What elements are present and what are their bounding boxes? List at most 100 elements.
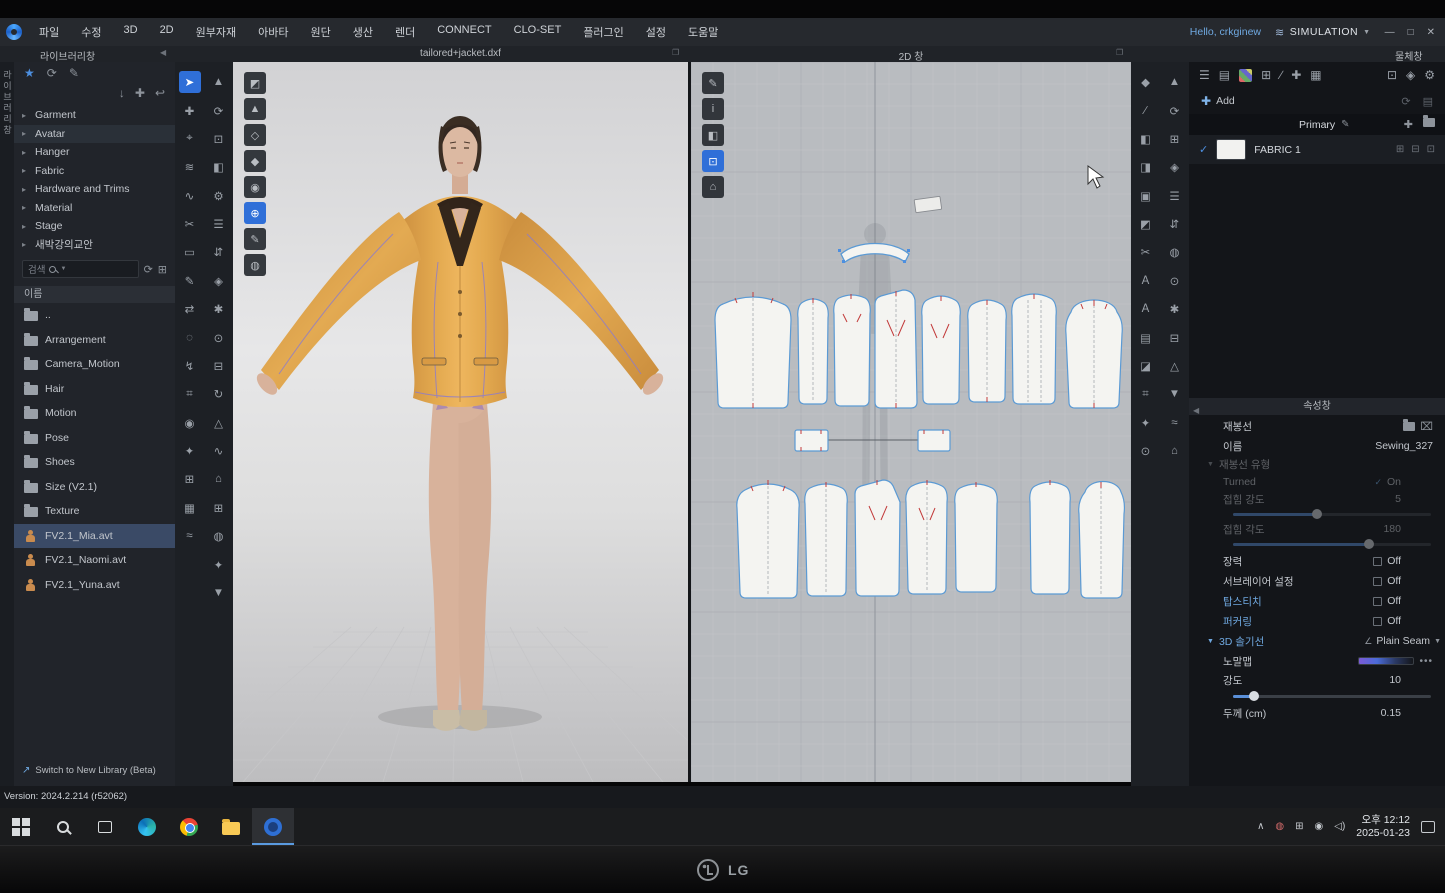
add-button[interactable]: Add: [1216, 95, 1235, 107]
gizmo-icon[interactable]: ◩: [244, 72, 266, 94]
down-tool[interactable]: ▼: [1164, 383, 1186, 405]
grid-view-icon[interactable]: ⊞: [158, 263, 167, 276]
jacket-sleeve-left[interactable]: [261, 212, 421, 390]
star-tool[interactable]: ✱: [1164, 298, 1186, 320]
thickness-value[interactable]: 0.15: [1381, 707, 1433, 719]
switch-new-library-link[interactable]: ↗ Switch to New Library (Beta): [22, 765, 156, 776]
library-file-item[interactable]: Arrangement: [14, 328, 175, 353]
library-tree-item[interactable]: ▸ Avatar: [14, 125, 175, 144]
library-tree-item[interactable]: ▸ Stage: [14, 217, 175, 236]
download-icon[interactable]: ↓: [119, 86, 125, 100]
menu-item[interactable]: CLO-SET: [505, 21, 571, 43]
curve-tool[interactable]: ∿: [208, 440, 230, 462]
circle-dot-tool[interactable]: ◍: [1164, 241, 1186, 263]
menu-item[interactable]: 설정: [637, 21, 675, 43]
home-icon[interactable]: ⌂: [702, 176, 724, 198]
close-button[interactable]: ✕: [1427, 27, 1435, 38]
checkbox[interactable]: [1373, 597, 1382, 606]
diamond-tool[interactable]: ◆: [1135, 71, 1157, 93]
library-tree-item[interactable]: ▸ Hardware and Trims: [14, 180, 175, 199]
annotation-tool[interactable]: A: [1135, 298, 1157, 320]
library-tree-item[interactable]: ▸ 새박강의교안: [14, 236, 175, 255]
library-file-item[interactable]: Camera_Motion: [14, 352, 175, 377]
gear-tool[interactable]: ⚙: [208, 185, 230, 207]
pattern-tool[interactable]: ▭: [179, 241, 201, 263]
menu-item[interactable]: 도움말: [679, 21, 727, 43]
library-file-item[interactable]: Shoes: [14, 450, 175, 475]
fabric-row[interactable]: ✓ FABRIC 1 ⊞ ⊟ ⊡: [1189, 135, 1445, 164]
name-column-header[interactable]: 이름: [14, 286, 175, 303]
reset-view-icon[interactable]: ▲: [244, 98, 266, 120]
menu-item[interactable]: 생산: [344, 21, 382, 43]
favorites-icon[interactable]: ★: [24, 66, 35, 80]
menu-item[interactable]: 원부자재: [187, 21, 245, 43]
network-icon[interactable]: ◉: [1315, 821, 1324, 832]
add-fabric-icon[interactable]: ✚: [1404, 118, 1413, 131]
chrome-button[interactable]: [168, 808, 210, 845]
library-tree-item[interactable]: ▸ Fabric: [14, 162, 175, 181]
menu-item[interactable]: 2D: [151, 21, 183, 43]
task-view-button[interactable]: [84, 808, 126, 845]
checkbox[interactable]: [1373, 577, 1382, 586]
menu-tool[interactable]: ☰: [1164, 185, 1186, 207]
sync-icon[interactable]: ⊡: [702, 150, 724, 172]
menu-item[interactable]: 3D: [115, 21, 147, 43]
rotate-tool[interactable]: ⟳: [208, 100, 230, 122]
corner-tool[interactable]: ◩: [1135, 213, 1157, 235]
half-left-tool[interactable]: ◧: [1135, 128, 1157, 150]
clock[interactable]: 오후 12:12 2025-01-23: [1356, 814, 1410, 840]
checkbox[interactable]: [1373, 557, 1382, 566]
refresh-icon[interactable]: ⟳: [144, 263, 153, 276]
dot-tool[interactable]: ⊙: [1135, 440, 1157, 462]
pattern-piece[interactable]: [914, 196, 942, 212]
viewport2d-window-icon[interactable]: ❐: [1116, 48, 1123, 57]
pattern-pieces-bottom-row[interactable]: [737, 480, 1125, 598]
copy-icon[interactable]: ⊞: [1396, 144, 1404, 155]
simulation-dropdown[interactable]: ≋ SIMULATION ▼: [1275, 26, 1371, 39]
menu-item[interactable]: 파일: [30, 21, 68, 43]
globe-icon[interactable]: ◍: [244, 254, 266, 276]
checkbox[interactable]: [1373, 617, 1382, 626]
tray-expand-icon[interactable]: ∧: [1257, 821, 1264, 832]
down-tool[interactable]: ▼: [208, 582, 230, 604]
target-tool[interactable]: ◉: [179, 412, 201, 434]
edge-button[interactable]: [126, 808, 168, 845]
chevron-down-icon[interactable]: ▼: [1434, 638, 1441, 645]
add-library-icon[interactable]: ✚: [135, 86, 145, 100]
rows-tool[interactable]: ▤: [1135, 327, 1157, 349]
property-panel-header[interactable]: ◀ 속성창: [1189, 398, 1445, 415]
slash-tool[interactable]: ∕: [1135, 100, 1157, 122]
texture-icon[interactable]: ▦: [1310, 68, 1321, 82]
plus-box-tool[interactable]: ⊞: [1164, 128, 1186, 150]
pin-tool[interactable]: ⌖: [179, 128, 201, 150]
refresh-icon[interactable]: ⟳: [47, 66, 57, 80]
tri-tool[interactable]: △: [208, 412, 230, 434]
detail-icon[interactable]: ⊡: [1427, 144, 1435, 155]
star-tool[interactable]: ✱: [208, 298, 230, 320]
sparkle-tool[interactable]: ✦: [179, 440, 201, 462]
select-tool[interactable]: ➤: [179, 71, 201, 93]
fold-angle-slider[interactable]: [1233, 543, 1431, 546]
fabric-swatch[interactable]: [1216, 139, 1246, 160]
wave-tool[interactable]: ≈: [1164, 412, 1186, 434]
transform-tool[interactable]: ✚: [179, 100, 201, 122]
dock-pin-icon[interactable]: ◀: [160, 48, 166, 57]
garment-display-icon[interactable]: ◆: [244, 150, 266, 172]
clo-app-button[interactable]: [252, 808, 294, 845]
clo-logo-icon[interactable]: [6, 24, 22, 40]
library-tree-item[interactable]: ▸ Material: [14, 199, 175, 218]
menu-item[interactable]: 아바타: [249, 21, 297, 43]
checker-icon[interactable]: [1239, 69, 1252, 82]
box-icon[interactable]: ⊡: [1387, 68, 1397, 82]
pen-icon[interactable]: ✎: [702, 72, 724, 94]
library-file-item[interactable]: FV2.1_Yuna.avt: [14, 573, 175, 598]
menu-item[interactable]: CONNECT: [428, 21, 500, 43]
scissors-tool[interactable]: ✂: [179, 213, 201, 235]
tri-tool[interactable]: △: [1164, 355, 1186, 377]
wave-tool[interactable]: ≈: [179, 525, 201, 547]
flatten-tool[interactable]: ↯: [179, 355, 201, 377]
sewing-type-section[interactable]: ▼ 재봉선 유형: [1189, 456, 1445, 473]
box-tool[interactable]: ⊡: [208, 128, 230, 150]
jacket-sleeve-right[interactable]: [499, 212, 659, 390]
intensity-value[interactable]: 10: [1389, 674, 1433, 686]
